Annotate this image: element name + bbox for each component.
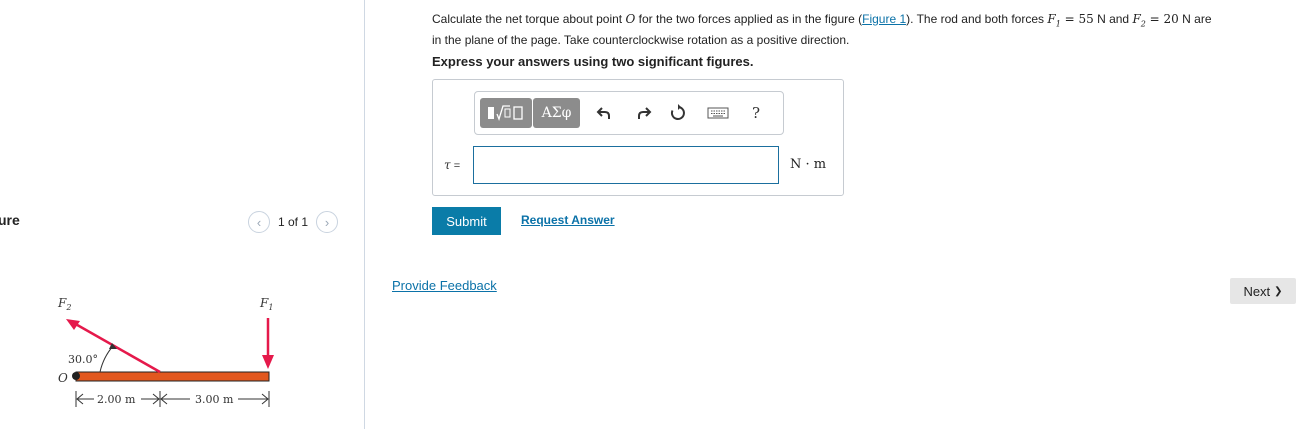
- f1-value: = 55: [1060, 12, 1094, 26]
- instruction-text: Express your answers using two significa…: [432, 54, 754, 69]
- greek-symbols-button[interactable]: ΑΣφ: [533, 98, 580, 128]
- force1-arrowhead: [262, 355, 274, 369]
- next-label: Next: [1243, 283, 1271, 299]
- rod: [75, 371, 270, 382]
- angle-label: 30.0°: [68, 353, 98, 366]
- dim1-label: 2.00 m: [97, 393, 136, 406]
- figure-panel: ure ‹ 1 of 1 › F2 F1 O 30.0° 2.00 m 3.00…: [0, 0, 365, 429]
- keyboard-icon[interactable]: [705, 102, 731, 124]
- point-symbol: O: [625, 12, 636, 26]
- variable-label: τ =: [444, 158, 461, 172]
- answer-input[interactable]: [473, 146, 779, 184]
- pivot-point: [72, 372, 80, 380]
- next-figure-button[interactable]: ›: [316, 211, 339, 233]
- figure-link[interactable]: Figure 1: [862, 12, 906, 26]
- next-button[interactable]: Next ❯: [1230, 278, 1296, 304]
- figure-diagram: F2 F1 O 30.0° 2.00 m 3.00 m: [57, 296, 274, 407]
- chevron-right-icon: ›: [324, 214, 330, 230]
- force1-label: F1: [259, 296, 273, 312]
- unit-label: N · m: [790, 157, 827, 172]
- figure-pager: ‹ 1 of 1 ›: [248, 211, 339, 233]
- submit-button[interactable]: Submit: [432, 207, 501, 235]
- help-button[interactable]: ?: [745, 102, 767, 124]
- chevron-right-icon: ❯: [1274, 285, 1283, 297]
- question-text: Calculate the net torque about point O f…: [432, 11, 1292, 48]
- prev-figure-button[interactable]: ‹: [248, 211, 270, 233]
- answer-box: ΑΣφ ? τ = N · m: [432, 79, 844, 196]
- chevron-left-icon: ‹: [256, 214, 262, 230]
- page-root: ure ‹ 1 of 1 › F2 F1 O 30.0° 2.00 m 3.00…: [0, 0, 1301, 429]
- template-icon: [488, 105, 523, 121]
- force2-label: F2: [57, 296, 71, 312]
- dim2-label: 3.00 m: [195, 393, 234, 406]
- undo-icon[interactable]: [593, 102, 615, 124]
- f1-symbol: F1: [1047, 12, 1061, 29]
- reset-icon[interactable]: [667, 102, 689, 124]
- template-button[interactable]: [480, 98, 532, 128]
- pager-text: 1 of 1: [278, 215, 309, 229]
- f2-value: = 20: [1145, 12, 1179, 26]
- math-toolbar: ΑΣφ ?: [474, 91, 784, 135]
- provide-feedback-link[interactable]: Provide Feedback: [392, 278, 497, 293]
- f2-symbol: F2: [1132, 12, 1146, 29]
- question-line-1: Calculate the net torque about point O f…: [432, 12, 1212, 29]
- pivot-label: O: [58, 371, 68, 385]
- angle-arc: [99, 345, 114, 373]
- question-line-2: in the plane of the page. Take countercl…: [432, 33, 850, 48]
- figure-heading: ure: [0, 212, 20, 228]
- redo-icon[interactable]: [633, 102, 655, 124]
- request-answer-link[interactable]: Request Answer: [521, 213, 615, 227]
